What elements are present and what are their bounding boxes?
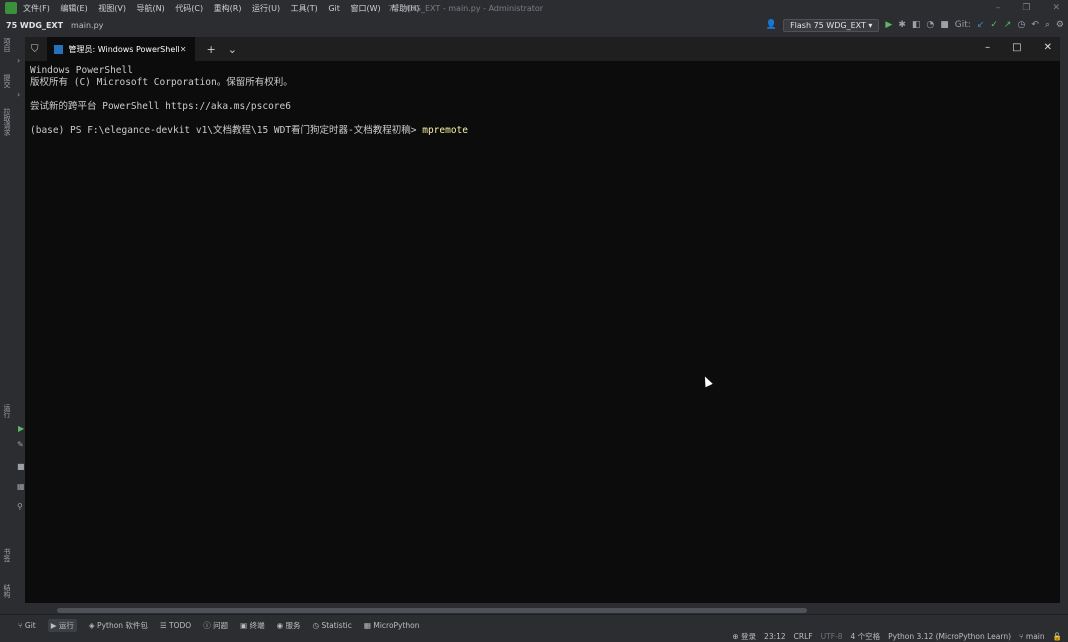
menu-edit[interactable]: 编辑(E) — [60, 4, 87, 13]
title-bar: 文件(F) 编辑(E) 视图(V) 导航(N) 代码(C) 重构(R) 运行(U… — [0, 0, 1068, 16]
right-tool-strip — [1060, 34, 1068, 614]
terminal-output[interactable]: Windows PowerShell 版权所有 (C) Microsoft Co… — [30, 65, 468, 137]
powershell-window[interactable]: ⛉ 管理员: Windows PowerShell ✕ + ⌄ – □ ✕ Wi… — [25, 37, 1060, 603]
tool-python-packages[interactable]: ◈ Python 软件包 — [89, 620, 148, 631]
terminal-prompt: (base) PS F:\elegance-devkit v1\文档教程\15 … — [30, 125, 423, 136]
shield-icon: ⛉ — [31, 43, 39, 55]
restore-icon[interactable]: ❐ — [1022, 3, 1030, 13]
rerun-icon[interactable]: ▶ — [18, 424, 24, 433]
history-icon[interactable]: ◷ — [1017, 20, 1025, 30]
terminal-tab-title: 管理员: Windows PowerShell — [68, 44, 180, 54]
terminal-line: Windows PowerShell — [30, 65, 133, 76]
menu-navigate[interactable]: 导航(N) — [137, 4, 165, 13]
tool-services-label: 服务 — [285, 621, 301, 630]
run-panel-toolbar: › › ▶ ✎ ■ ▦ ⚲ — [13, 34, 25, 614]
git-commit-icon[interactable]: ✓ — [990, 20, 998, 30]
search-icon[interactable]: ⌕ — [1045, 20, 1050, 30]
login-status[interactable]: ⊕ 登录 — [732, 631, 756, 642]
rollback-icon[interactable]: ↶ — [1031, 20, 1039, 30]
project-tool-label[interactable]: 项目 — [2, 38, 12, 52]
chevron-down-icon[interactable]: ⌄ — [228, 43, 237, 56]
structure-tool-label[interactable]: 结构 — [2, 584, 12, 598]
expand-icon[interactable]: › — [17, 56, 20, 65]
new-tab-icon[interactable]: + — [207, 43, 216, 56]
run-config-selector[interactable]: Flash 75 WDG_EXT ▾ — [783, 18, 880, 32]
bookmarks-tool-label[interactable]: 书签 — [2, 548, 12, 562]
powershell-icon — [53, 44, 63, 54]
terminal-maximize-icon[interactable]: □ — [1012, 42, 1021, 53]
coverage-icon[interactable]: ◧ — [912, 20, 921, 30]
settings-icon[interactable]: ⚙ — [1056, 20, 1064, 30]
tool-statistic[interactable]: ◷ Statistic — [313, 621, 352, 630]
tool-git[interactable]: ⑂ Git — [18, 621, 36, 630]
tool-todo-label: TODO — [169, 621, 192, 630]
tool-terminal[interactable]: ▣ 终端 — [240, 620, 264, 631]
tool-problems-label: 问题 — [213, 621, 229, 630]
terminal-line: 尝试新的跨平台 PowerShell https://aka.ms/pscore… — [30, 101, 291, 112]
navigation-bar: 75 WDG_EXT main.py 👤 Flash 75 WDG_EXT ▾ … — [0, 16, 1068, 34]
project-name[interactable]: 75 WDG_EXT — [6, 21, 63, 30]
tool-terminal-label: 终端 — [249, 621, 265, 630]
menu-tools[interactable]: 工具(T) — [291, 4, 318, 13]
terminal-close-icon[interactable]: ✕ — [1044, 42, 1052, 53]
tool-run[interactable]: ▶ 运行 — [47, 619, 77, 632]
commit-tool-label[interactable]: 提交 — [2, 74, 12, 88]
horizontal-scrollbar[interactable] — [57, 608, 807, 613]
main-menu: 文件(F) 编辑(E) 视图(V) 导航(N) 代码(C) 重构(R) 运行(U… — [23, 3, 427, 14]
user-icon[interactable]: 👤 — [766, 20, 777, 30]
tool-run-label: 运行 — [58, 621, 74, 630]
tool-git-label: Git — [24, 621, 36, 630]
breadcrumb-file[interactable]: main.py — [71, 21, 103, 30]
tool-problems[interactable]: ⓘ 问题 — [203, 620, 228, 631]
menu-refactor[interactable]: 重构(R) — [214, 4, 242, 13]
terminal-command: mpremote — [422, 125, 468, 136]
status-bar: ⑂ Git ▶ 运行 ◈ Python 软件包 ☰ TODO ⓘ 问题 ▣ 终端… — [0, 614, 1068, 641]
tool-services[interactable]: ◉ 服务 — [277, 620, 301, 631]
tool-python-packages-label: Python 软件包 — [97, 621, 148, 630]
terminal-line: 版权所有 (C) Microsoft Corporation。保留所有权利。 — [30, 77, 293, 88]
close-icon[interactable]: ✕ — [1052, 3, 1060, 13]
menu-code[interactable]: 代码(C) — [175, 4, 203, 13]
git-label: Git: — [954, 20, 971, 30]
git-update-icon[interactable]: ↙ — [977, 20, 985, 30]
pull-requests-tool-label[interactable]: 拉取请求 — [2, 108, 12, 136]
stop-run-icon[interactable]: ■ — [17, 462, 25, 471]
stop-icon[interactable]: ■ — [940, 20, 949, 30]
window-title: 75 WDG_EXT - main.py - Administrator — [388, 3, 544, 13]
profile-icon[interactable]: ◔ — [926, 20, 934, 30]
menu-view[interactable]: 视图(V) — [98, 4, 126, 13]
indent-setting[interactable]: 4 个空格 — [851, 631, 881, 642]
run-config-label: Flash 75 WDG_EXT — [790, 20, 866, 30]
layout-icon[interactable]: ▦ — [17, 482, 25, 491]
tool-micropython[interactable]: ▦ MicroPython — [364, 621, 420, 630]
pycharm-logo-icon — [5, 2, 17, 14]
tab-close-icon[interactable]: ✕ — [180, 45, 187, 54]
debug-icon[interactable]: ✱ — [898, 20, 906, 30]
terminal-tab-bar: ⛉ 管理员: Windows PowerShell ✕ + ⌄ – □ ✕ — [25, 37, 1060, 61]
tool-statistic-label: Statistic — [321, 621, 352, 630]
wrench-icon[interactable]: ✎ — [17, 440, 24, 449]
run-tool-label[interactable]: 运行 — [2, 404, 12, 418]
menu-file[interactable]: 文件(F) — [23, 4, 50, 13]
terminal-tab[interactable]: 管理员: Windows PowerShell ✕ — [46, 37, 195, 61]
tool-todo[interactable]: ☰ TODO — [160, 621, 191, 630]
menu-git[interactable]: Git — [328, 4, 340, 13]
terminal-minimize-icon[interactable]: – — [985, 42, 990, 53]
minimize-icon[interactable]: – — [996, 3, 1001, 13]
run-icon[interactable]: ▶ — [885, 20, 892, 30]
expand-icon-2[interactable]: › — [17, 90, 20, 99]
menu-window[interactable]: 窗口(W) — [350, 4, 380, 13]
git-push-icon[interactable]: ↗ — [1004, 20, 1012, 30]
left-tool-strip: 项目 提交 拉取请求 运行 书签 结构 — [0, 34, 13, 614]
tool-micropython-label: MicroPython — [373, 621, 420, 630]
menu-run[interactable]: 运行(U) — [252, 4, 280, 13]
pin-icon[interactable]: ⚲ — [17, 502, 23, 511]
